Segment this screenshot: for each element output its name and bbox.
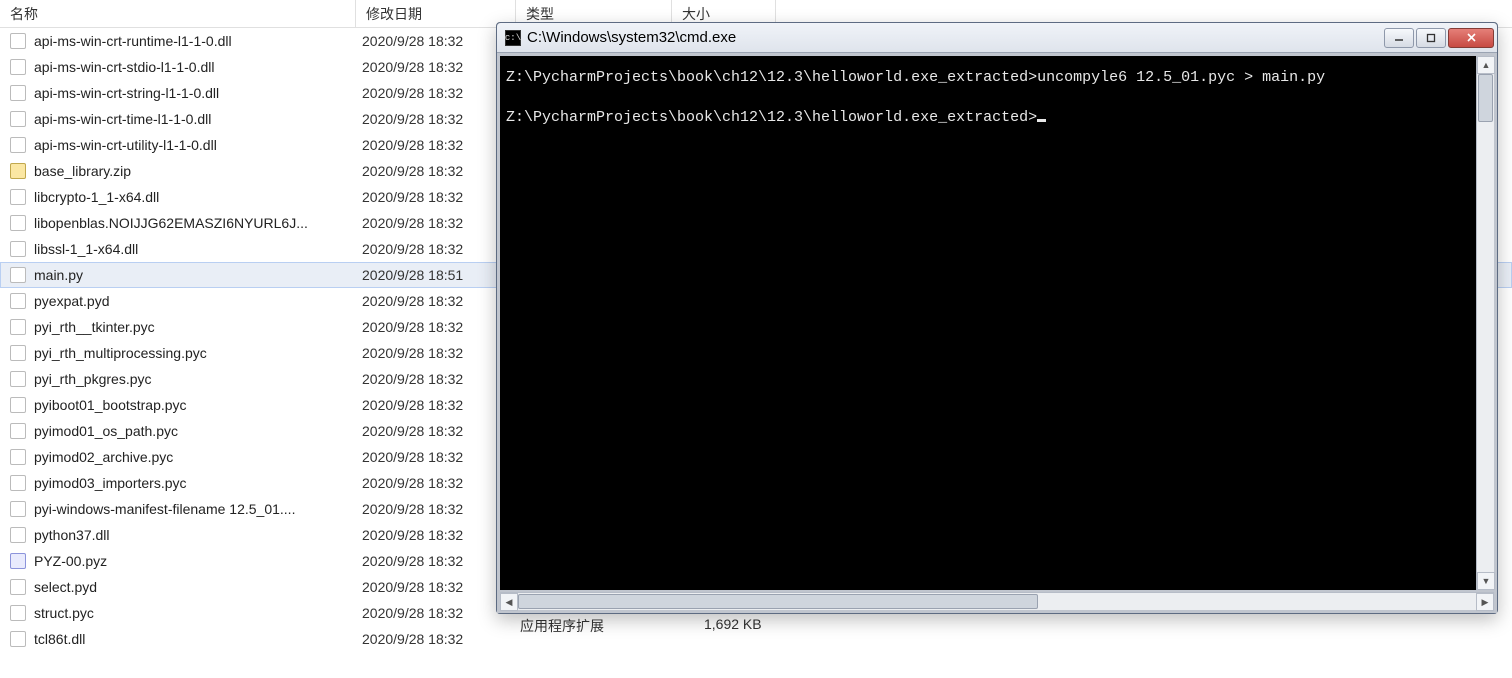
file-name: api-ms-win-crt-stdio-l1-1-0.dll bbox=[34, 59, 362, 75]
file-name: pyi_rth_pkgres.pyc bbox=[34, 371, 362, 387]
scroll-right-button[interactable]: ▶ bbox=[1476, 593, 1494, 611]
scroll-down-button[interactable]: ▼ bbox=[1477, 572, 1495, 590]
txt-file-icon bbox=[10, 501, 26, 517]
scroll-thumb-horizontal[interactable] bbox=[518, 594, 1038, 609]
maximize-icon bbox=[1426, 33, 1436, 43]
cmd-icon: c:\ bbox=[505, 30, 521, 46]
py-file-icon bbox=[10, 267, 26, 283]
file-name: pyimod02_archive.pyc bbox=[34, 449, 362, 465]
cmd-window: c:\ C:\Windows\system32\cmd.exe Z:\Pycha… bbox=[496, 22, 1498, 614]
dll-file-icon bbox=[10, 85, 26, 101]
file-name: api-ms-win-crt-time-l1-1-0.dll bbox=[34, 111, 362, 127]
file-name: pyiboot01_bootstrap.pyc bbox=[34, 397, 362, 413]
dll-file-icon bbox=[10, 111, 26, 127]
file-name: select.pyd bbox=[34, 579, 362, 595]
dll-file-icon bbox=[10, 137, 26, 153]
dll-file-icon bbox=[10, 215, 26, 231]
scroll-thumb-vertical[interactable] bbox=[1478, 74, 1493, 122]
pyc-file-icon bbox=[10, 397, 26, 413]
file-name: pyi-windows-manifest-filename 12.5_01...… bbox=[34, 501, 362, 517]
dll-file-icon bbox=[10, 189, 26, 205]
file-name: api-ms-win-crt-string-l1-1-0.dll bbox=[34, 85, 362, 101]
scroll-track-horizontal[interactable] bbox=[518, 593, 1476, 610]
cmd-body: Z:\PycharmProjects\book\ch12\12.3\hellow… bbox=[500, 56, 1494, 590]
minimize-button[interactable] bbox=[1384, 28, 1414, 48]
cmd-horizontal-scrollbar[interactable]: ◀ ▶ bbox=[500, 592, 1494, 610]
pyc-file-icon bbox=[10, 605, 26, 621]
file-name: pyexpat.pyd bbox=[34, 293, 362, 309]
cmd-client: Z:\PycharmProjects\book\ch12\12.3\hellow… bbox=[497, 53, 1497, 613]
pyc-file-icon bbox=[10, 423, 26, 439]
scroll-up-button[interactable]: ▲ bbox=[1477, 56, 1495, 74]
zip-file-icon bbox=[10, 163, 26, 179]
dll-file-icon bbox=[10, 241, 26, 257]
file-name: api-ms-win-crt-utility-l1-1-0.dll bbox=[34, 137, 362, 153]
file-name: base_library.zip bbox=[34, 163, 362, 179]
file-name: tcl86t.dll bbox=[34, 631, 362, 647]
window-controls bbox=[1384, 28, 1494, 48]
file-name: api-ms-win-crt-runtime-l1-1-0.dll bbox=[34, 33, 362, 49]
pyc-file-icon bbox=[10, 449, 26, 465]
columnheader-date[interactable]: 修改日期 bbox=[356, 0, 516, 27]
columnheader-name[interactable]: 名称 bbox=[0, 0, 356, 27]
pyd-file-icon bbox=[10, 579, 26, 595]
file-name: pyimod01_os_path.pyc bbox=[34, 423, 362, 439]
pyc-file-icon bbox=[10, 475, 26, 491]
pyd-file-icon bbox=[10, 293, 26, 309]
file-name: libcrypto-1_1-x64.dll bbox=[34, 189, 362, 205]
close-icon bbox=[1466, 32, 1477, 43]
file-type-peek: 应用程序扩展 bbox=[520, 616, 604, 636]
file-name: PYZ-00.pyz bbox=[34, 553, 362, 569]
dll-file-icon bbox=[10, 527, 26, 543]
file-name: libopenblas.NOIJJG62EMASZI6NYURL6J... bbox=[34, 215, 362, 231]
file-name: pyi_rth_multiprocessing.pyc bbox=[34, 345, 362, 361]
file-name: libssl-1_1-x64.dll bbox=[34, 241, 362, 257]
cmd-vertical-scrollbar[interactable]: ▲ ▼ bbox=[1476, 56, 1494, 590]
maximize-button[interactable] bbox=[1416, 28, 1446, 48]
pyc-file-icon bbox=[10, 371, 26, 387]
dll-file-icon bbox=[10, 631, 26, 647]
close-button[interactable] bbox=[1448, 28, 1494, 48]
pyc-file-icon bbox=[10, 319, 26, 335]
file-date: 2020/9/28 18:32 bbox=[362, 631, 522, 647]
minimize-icon bbox=[1394, 33, 1404, 43]
dll-file-icon bbox=[10, 33, 26, 49]
dll-file-icon bbox=[10, 59, 26, 75]
file-name: main.py bbox=[34, 267, 362, 283]
file-name: pyimod03_importers.pyc bbox=[34, 475, 362, 491]
cmd-title: C:\Windows\system32\cmd.exe bbox=[527, 29, 1384, 46]
file-name: pyi_rth__tkinter.pyc bbox=[34, 319, 362, 335]
pyc-file-icon bbox=[10, 345, 26, 361]
file-name: python37.dll bbox=[34, 527, 362, 543]
pyz-file-icon bbox=[10, 553, 26, 569]
scroll-left-button[interactable]: ◀ bbox=[500, 593, 518, 611]
cmd-titlebar[interactable]: c:\ C:\Windows\system32\cmd.exe bbox=[497, 23, 1497, 53]
file-name: struct.pyc bbox=[34, 605, 362, 621]
cmd-console[interactable]: Z:\PycharmProjects\book\ch12\12.3\hellow… bbox=[500, 56, 1476, 590]
cmd-cursor bbox=[1037, 119, 1046, 122]
file-size-peek: 1,692 KB bbox=[704, 616, 762, 632]
scroll-track-vertical[interactable] bbox=[1477, 74, 1494, 572]
